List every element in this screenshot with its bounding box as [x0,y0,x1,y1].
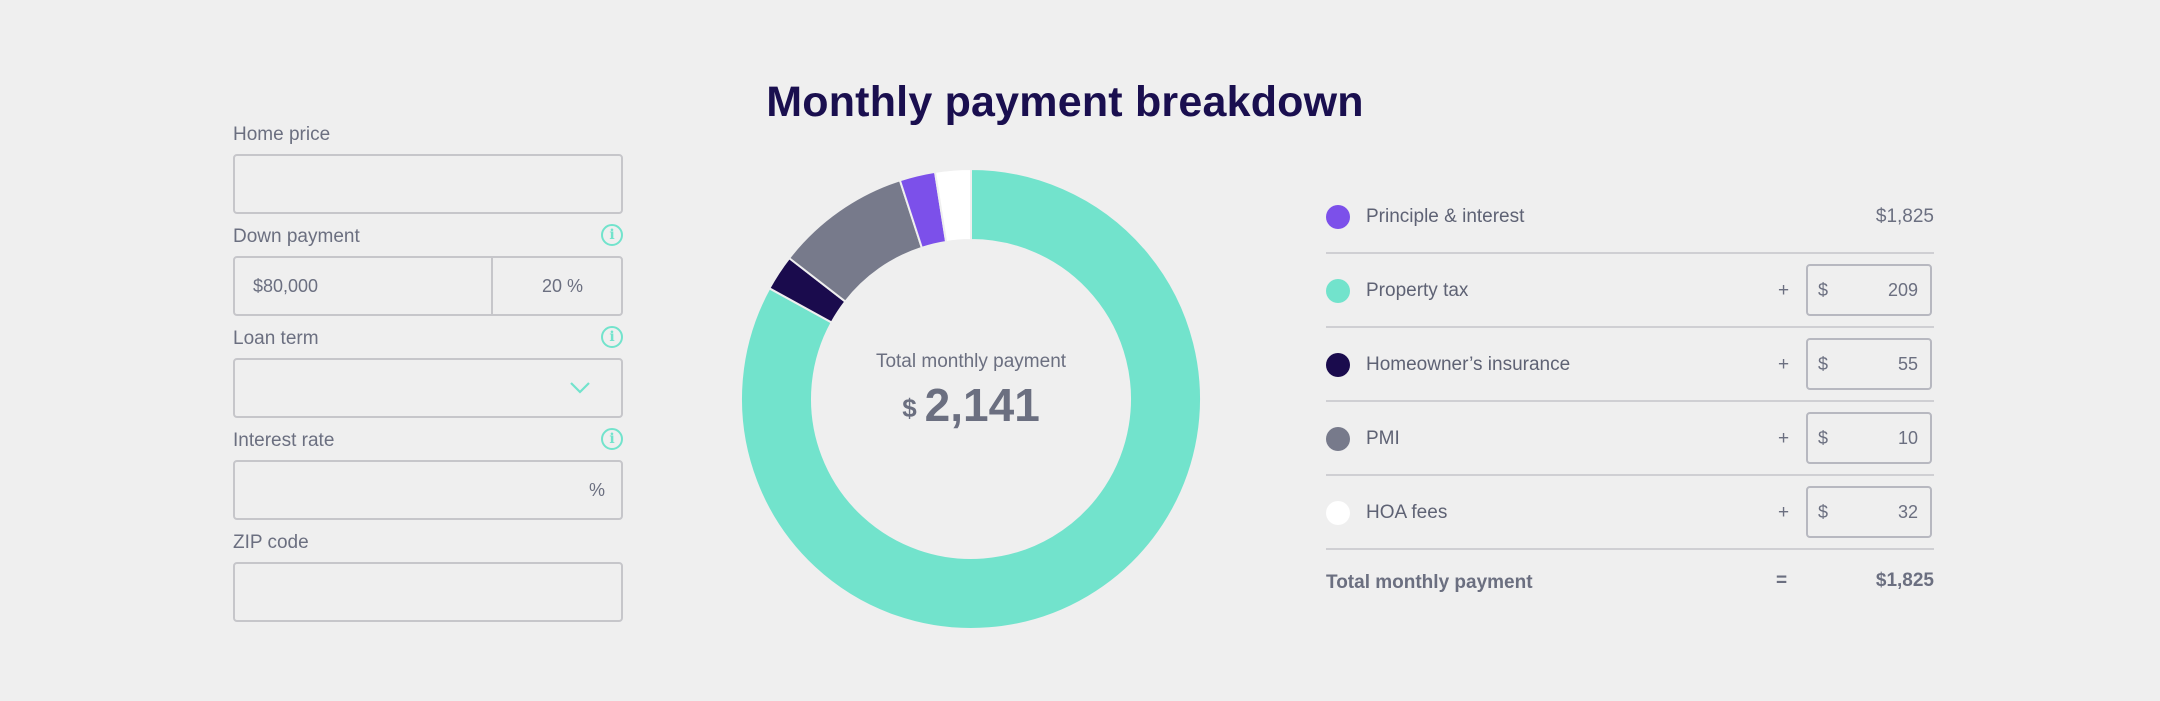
breakdown-row-hoa: HOA fees + $ 32 [1326,476,1934,550]
down-payment-info-icon[interactable]: i [601,224,623,246]
principle-value: $1,825 [1875,206,1934,227]
pmi-label: PMI [1366,428,1400,449]
interest-rate-suffix: % [588,480,605,500]
home-price-label-row: Home price [233,122,623,148]
loan-term-label: Loan term [233,328,319,349]
total-equals: = [1776,570,1788,591]
breakdown-row-property-tax: Property tax + $ 209 [1326,254,1934,328]
property-tax-color-dot [1326,279,1350,303]
pmi-input[interactable]: $ 10 [1806,412,1932,464]
insurance-currency: $ [1818,354,1829,374]
breakdown-row-principle: Principle & interest $1,825 [1326,180,1934,254]
interest-rate-label: Interest rate [233,430,335,451]
pmi-amount: 10 [1897,428,1918,448]
pmi-color-dot [1326,427,1350,451]
down-payment-label: Down payment [233,226,360,247]
property-tax-input[interactable]: $ 209 [1806,264,1932,316]
donut-center-amount: 2,141 [924,379,1040,431]
insurance-amount: 55 [1897,354,1918,374]
hoa-currency: $ [1818,502,1829,522]
down-payment-amount-input[interactable]: $80,000 [235,258,493,314]
down-payment-percent-input[interactable]: 20 % [493,258,621,314]
insurance-input[interactable]: $ 55 [1806,338,1932,390]
interest-rate-info-icon[interactable]: i [601,428,623,450]
zip-code-input[interactable] [233,562,623,622]
home-price-label: Home price [233,124,331,145]
page-title: Monthly payment breakdown [766,78,1364,126]
breakdown-row-pmi: PMI + $ 10 [1326,402,1934,476]
interest-rate-input[interactable]: % [233,460,623,520]
property-tax-label: Property tax [1366,280,1469,301]
hoa-plus: + [1778,502,1790,523]
zip-code-label-row: ZIP code [233,530,623,556]
total-value: $1,825 [1875,570,1934,591]
donut-center-value: $2,141 [740,378,1202,432]
payment-breakdown: Principle & interest $1,825 Property tax… [1326,180,1934,610]
insurance-plus: + [1778,354,1790,375]
breakdown-total-row: Total monthly payment = $1,825 [1326,550,1934,610]
hoa-color-dot [1326,501,1350,525]
down-payment-amount-value: $80,000 [253,276,319,296]
donut-center-label: Total monthly payment [875,351,1067,372]
loan-term-label-row: Loan term i [233,326,623,352]
down-payment-label-row: Down payment i [233,224,623,250]
insurance-label: Homeowner’s insurance [1366,354,1571,375]
home-price-input[interactable] [233,154,623,214]
hoa-input[interactable]: $ 32 [1806,486,1932,538]
pmi-currency: $ [1818,428,1829,448]
interest-rate-label-row: Interest rate i [233,428,623,454]
property-tax-amount: 209 [1887,280,1918,300]
breakdown-row-insurance: Homeowner’s insurance + $ 55 [1326,328,1934,402]
total-label: Total monthly payment [1326,572,1533,593]
zip-code-label: ZIP code [233,532,309,553]
principle-label: Principle & interest [1366,206,1525,227]
loan-term-select[interactable] [233,358,623,418]
principle-color-dot [1326,205,1350,229]
pmi-plus: + [1778,428,1790,449]
chevron-down-icon [570,382,590,394]
donut-center-currency: $ [902,393,917,423]
loan-term-info-icon[interactable]: i [601,326,623,348]
property-tax-plus: + [1778,280,1790,301]
hoa-label: HOA fees [1366,502,1448,523]
insurance-color-dot [1326,353,1350,377]
mortgage-form: Home price Down payment i $80,000 20 % L… [233,122,623,632]
property-tax-currency: $ [1818,280,1829,300]
hoa-amount: 32 [1897,502,1918,522]
down-payment-percent-value: 20 % [541,276,583,296]
down-payment-field: $80,000 20 % [233,256,623,316]
